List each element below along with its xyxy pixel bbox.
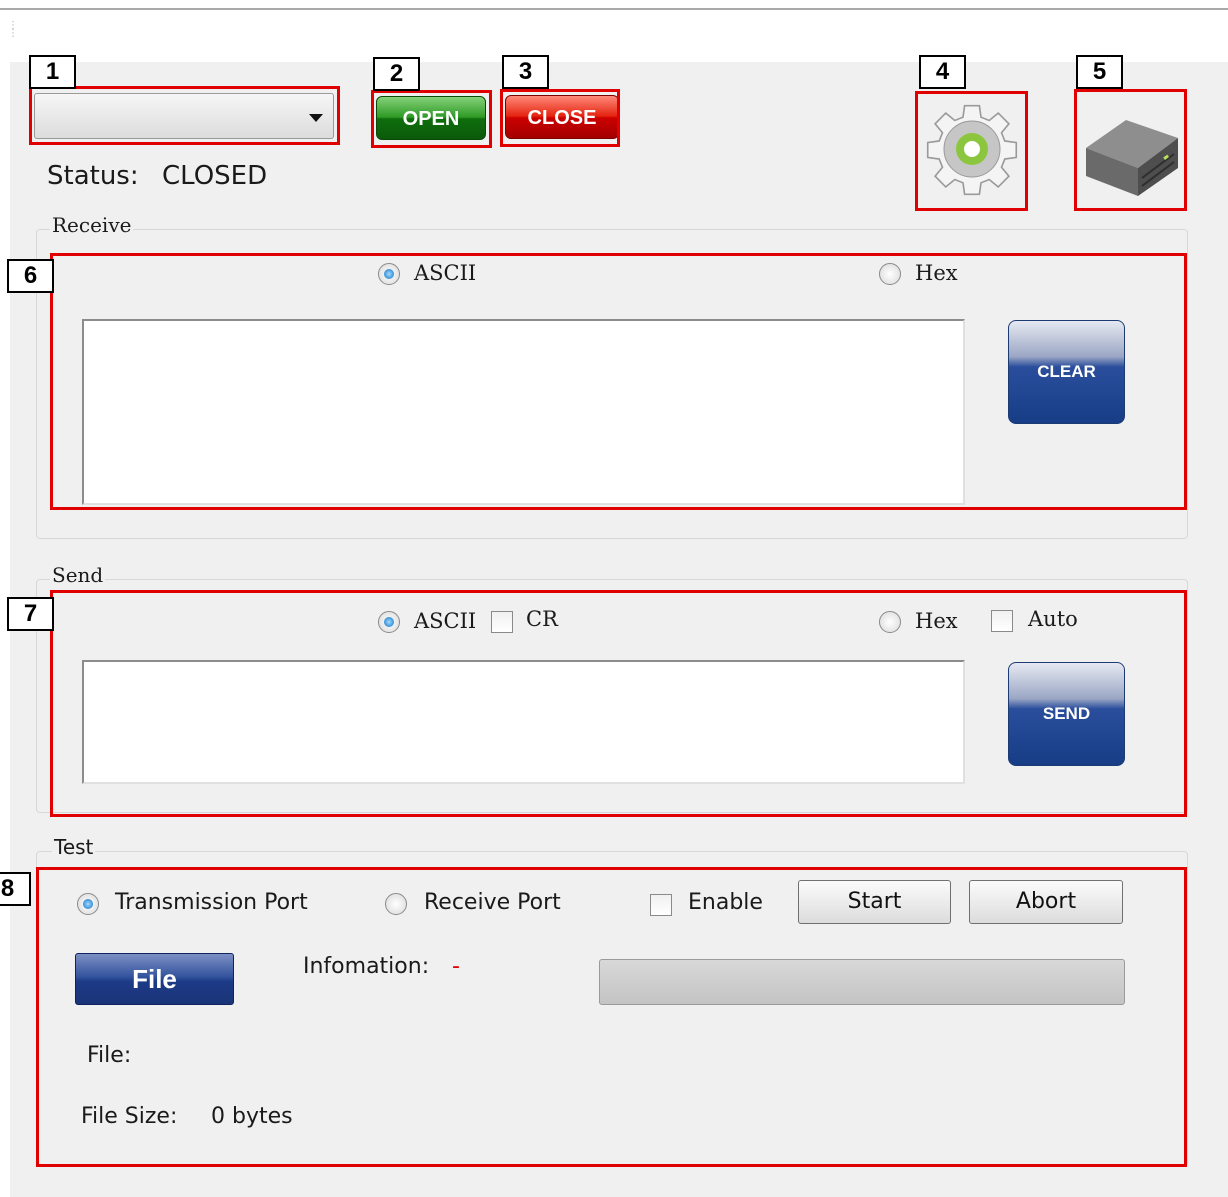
window-top-border — [0, 8, 1228, 10]
callout-number-5: 5 — [1076, 55, 1123, 89]
status-value: CLOSED — [162, 161, 268, 191]
status-label: Status: — [47, 161, 139, 191]
callout-number-7: 7 — [7, 597, 54, 631]
callout-frame-2 — [371, 90, 492, 148]
callout-number-2: 2 — [373, 57, 420, 91]
callout-number-6: 6 — [7, 259, 54, 293]
callout-frame-7 — [50, 590, 1187, 817]
callout-number-3: 3 — [502, 55, 549, 89]
callout-frame-3 — [500, 89, 620, 147]
callout-number-4: 4 — [919, 55, 966, 89]
receive-group-title: Receive — [50, 213, 134, 237]
toolbar-grip: ⋮ ⋮ — [8, 20, 18, 39]
callout-number-1: 1 — [29, 55, 76, 89]
callout-number-8: 8 — [0, 872, 31, 906]
send-group-title: Send — [50, 563, 106, 587]
callout-frame-8 — [36, 867, 1187, 1167]
test-group-title: Test — [52, 835, 96, 859]
callout-frame-6 — [50, 253, 1187, 510]
callout-frame-4 — [915, 91, 1028, 211]
callout-frame-1 — [29, 86, 340, 145]
callout-frame-5 — [1074, 89, 1187, 211]
